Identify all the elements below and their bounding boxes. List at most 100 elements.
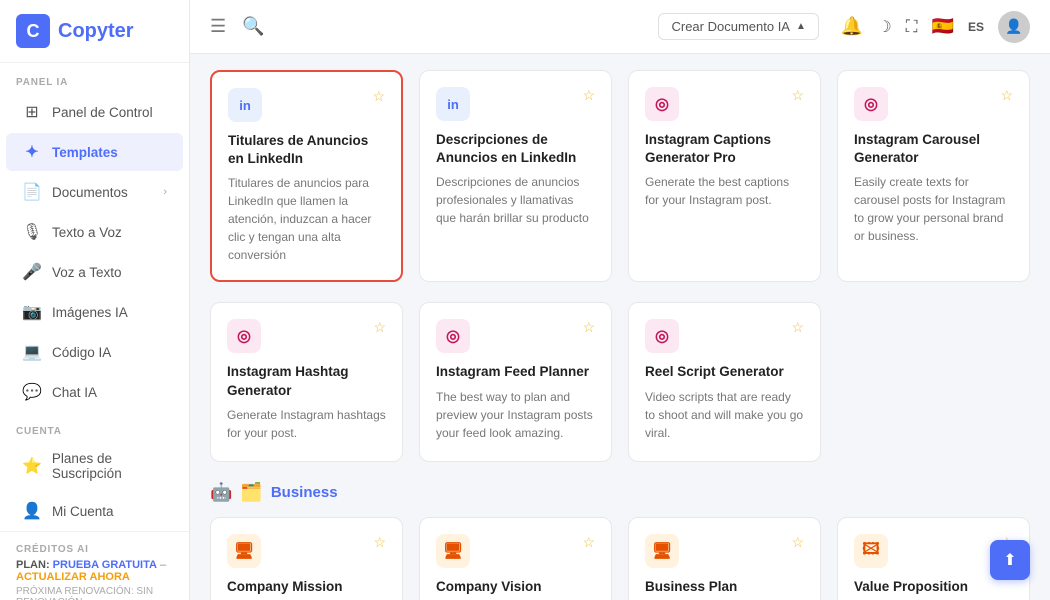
card-titulares-linkedin[interactable]: in ☆ Titulares de Anuncios en LinkedIn T…	[210, 70, 403, 282]
card-descripciones-linkedin[interactable]: in ☆ Descripciones de Anuncios en Linked…	[419, 70, 612, 282]
star-icon[interactable]: ☆	[582, 534, 595, 551]
star-icon[interactable]: ☆	[1000, 87, 1013, 104]
card-instagram-hashtag[interactable]: ◎ ☆ Instagram Hashtag Generator Generate…	[210, 302, 403, 462]
star-icon[interactable]: ☆	[791, 87, 804, 104]
sidebar-item-label: Mi Cuenta	[52, 504, 114, 519]
card-company-mission[interactable]: 🖥 ☆ Company Mission Generator Generate m…	[210, 517, 403, 600]
business-heading-text: Business	[271, 484, 338, 501]
card-desc: Easily create texts for carousel posts f…	[854, 173, 1013, 245]
card-reel-script[interactable]: ◎ ☆ Reel Script Generator Video scripts …	[628, 302, 821, 462]
lang-label: ES	[968, 20, 984, 34]
business-icon: 🖥	[227, 534, 261, 568]
sidebar-section-cuenta-label: CUENTA	[0, 412, 189, 441]
star-icon[interactable]: ☆	[582, 87, 595, 104]
card-header: 🖥 ☆	[227, 534, 386, 568]
card-title: Instagram Hashtag Generator	[227, 363, 386, 399]
card-header: in ☆	[436, 87, 595, 121]
cards-grid-business: 🖥 ☆ Company Mission Generator Generate m…	[210, 517, 1030, 600]
star-icon[interactable]: ☆	[791, 534, 804, 551]
sidebar-item-label: Imágenes IA	[52, 305, 128, 320]
instagram-icon: ◎	[645, 87, 679, 121]
star-icon[interactable]: ☆	[372, 88, 385, 105]
sidebar-creditos-label: CRÉDITOS AI	[16, 544, 173, 559]
expand-icon[interactable]: ⛶	[906, 17, 918, 37]
sidebar-item-label: Planes de Suscripción	[52, 451, 167, 481]
plan-info: PLAN: PRUEBA GRATUITA – ACTUALIZAR AHORA	[16, 559, 173, 583]
menu-icon[interactable]: ☰	[210, 16, 226, 37]
bell-icon[interactable]: 🔔	[841, 16, 863, 37]
renov-text: PRÓXIMA RENOVACIÓN: SIN RENOVACIÓN	[16, 586, 173, 600]
business-folder-icon: 🗂️	[240, 482, 262, 503]
topbar-actions: 🔔 ☽ ⛶ 🇪🇸 ES 👤	[841, 11, 1030, 43]
crear-label: Crear Documento IA	[671, 19, 790, 34]
scroll-up-icon: ⬆	[1003, 550, 1016, 570]
flag-icon[interactable]: 🇪🇸	[932, 16, 954, 37]
card-title: Instagram Carousel Generator	[854, 131, 1013, 167]
card-desc: Titulares de anuncios para LinkedIn que …	[228, 174, 385, 264]
card-title: Descripciones de Anuncios en LinkedIn	[436, 131, 595, 167]
card-header: in ☆	[228, 88, 385, 122]
sidebar-item-imagenes-ia[interactable]: 📷 Imágenes IA	[6, 293, 183, 331]
camera-icon: 📷	[22, 302, 42, 322]
card-instagram-carousel[interactable]: ◎ ☆ Instagram Carousel Generator Easily …	[837, 70, 1030, 282]
moon-icon[interactable]: ☽	[877, 17, 891, 37]
sidebar-item-templates[interactable]: ✦ Templates	[6, 133, 183, 171]
card-header: ◎ ☆	[227, 319, 386, 353]
sidebar-section-panel-label: PANEL IA	[0, 63, 189, 92]
mic-icon: 🎙	[22, 222, 42, 242]
sidebar-item-label: Panel de Control	[52, 105, 153, 120]
logo-icon: C	[16, 14, 50, 48]
templates-icon: ✦	[22, 142, 42, 162]
linkedin-icon: in	[228, 88, 262, 122]
card-desc: Generate the best captions for your Inst…	[645, 173, 804, 209]
cards-grid-row2: ◎ ☆ Instagram Hashtag Generator Generate…	[210, 302, 1030, 462]
card-desc: The best way to plan and preview your In…	[436, 388, 595, 442]
crear-documento-button[interactable]: Crear Documento IA ▲	[658, 13, 818, 40]
search-icon[interactable]: 🔍	[242, 16, 264, 37]
main-content: ☰ 🔍 Crear Documento IA ▲ 🔔 ☽ ⛶ 🇪🇸 ES 👤 i…	[190, 0, 1050, 600]
card-business-plan[interactable]: 🖥 ☆ Business Plan Generator Use this tem…	[628, 517, 821, 600]
document-icon: 📄	[22, 182, 42, 202]
sidebar-item-documentos[interactable]: 📄 Documentos ›	[6, 173, 183, 211]
user-icon: 👤	[22, 501, 42, 521]
card-company-vision[interactable]: 🖥 ☆ Company Vision Generator Generate vi…	[419, 517, 612, 600]
plan-upgrade-link[interactable]: ACTUALIZAR AHORA	[16, 571, 130, 583]
instagram-icon: ◎	[854, 87, 888, 121]
empty-card	[837, 302, 1030, 462]
sidebar-item-label: Templates	[52, 145, 118, 160]
sidebar-item-chat-ia[interactable]: 💬 Chat IA	[6, 373, 183, 411]
plan-name-link[interactable]: PRUEBA GRATUITA	[53, 559, 157, 571]
sidebar-item-panel-control[interactable]: ⊞ Panel de Control	[6, 93, 183, 131]
card-header: ◎ ☆	[645, 87, 804, 121]
card-header: ◎ ☆	[436, 319, 595, 353]
card-title: Value Proposition Generator	[854, 578, 1013, 600]
chevron-right-icon: ›	[163, 186, 167, 198]
sidebar-item-codigo-ia[interactable]: 💻 Código IA	[6, 333, 183, 371]
card-instagram-feed[interactable]: ◎ ☆ Instagram Feed Planner The best way …	[419, 302, 612, 462]
sidebar-item-voz-texto[interactable]: 🎤 Voz a Texto	[6, 253, 183, 291]
sidebar-item-texto-voz[interactable]: 🎙 Texto a Voz	[6, 213, 183, 251]
business-emoji: 🤖	[210, 482, 232, 503]
avatar[interactable]: 👤	[998, 11, 1030, 43]
card-header: ◎ ☆	[854, 87, 1013, 121]
code-icon: 💻	[22, 342, 42, 362]
star-icon[interactable]: ☆	[373, 319, 386, 336]
sidebar-item-planes[interactable]: ⭐ Planes de Suscripción	[6, 442, 183, 490]
star-icon[interactable]: ☆	[373, 534, 386, 551]
card-desc: Descripciones de anuncios profesionales …	[436, 173, 595, 227]
sidebar-bottom: CRÉDITOS AI PLAN: PRUEBA GRATUITA – ACTU…	[0, 531, 189, 600]
card-title: Business Plan Generator	[645, 578, 804, 600]
sidebar: C Copyter PANEL IA ⊞ Panel de Control ✦ …	[0, 0, 190, 600]
card-title: Instagram Feed Planner	[436, 363, 595, 381]
business-section-heading: 🤖 🗂️ Business	[210, 482, 1030, 503]
star-icon[interactable]: ☆	[582, 319, 595, 336]
business-icon: 🖾	[854, 534, 888, 568]
star-icon[interactable]: ☆	[791, 319, 804, 336]
sidebar-item-label: Voz a Texto	[52, 265, 122, 280]
scroll-up-button[interactable]: ⬆	[990, 540, 1030, 580]
sidebar-item-label: Texto a Voz	[52, 225, 122, 240]
grid-icon: ⊞	[22, 102, 42, 122]
card-instagram-captions-pro[interactable]: ◎ ☆ Instagram Captions Generator Pro Gen…	[628, 70, 821, 282]
linkedin-icon: in	[436, 87, 470, 121]
sidebar-item-mi-cuenta[interactable]: 👤 Mi Cuenta	[6, 492, 183, 530]
